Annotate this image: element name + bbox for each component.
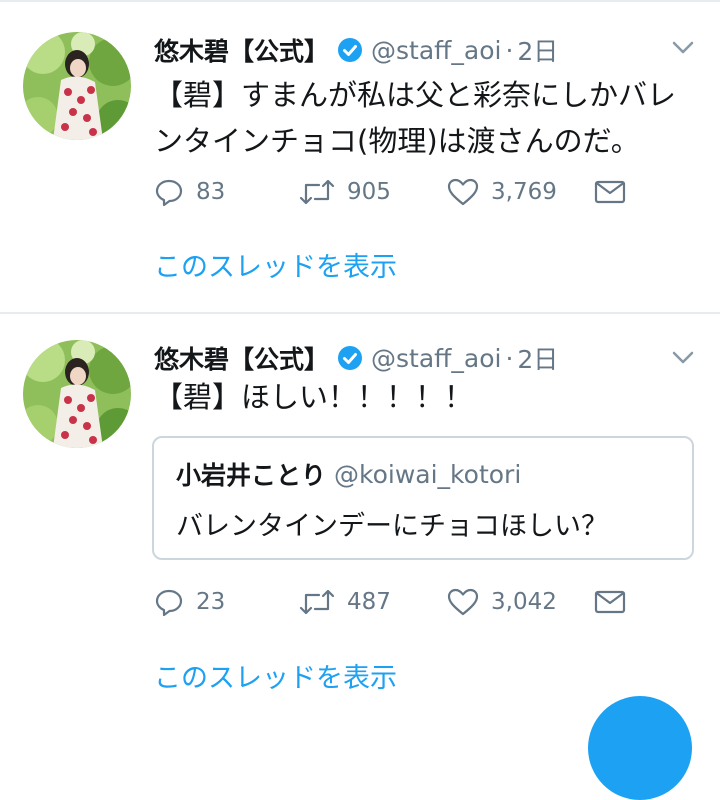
avatar[interactable] bbox=[23, 32, 131, 140]
tweet[interactable]: 悠木碧【公式】 @staff_aoi · 2日 【碧】すまんが私は父と彩奈にしか… bbox=[0, 0, 720, 312]
verified-badge-icon bbox=[337, 37, 363, 63]
quoted-tweet[interactable]: 小岩井ことり @koiwai_kotori バレンタインデーにチョコほしい？ bbox=[152, 436, 694, 560]
action-bar: 23 487 3,042 bbox=[154, 582, 634, 622]
handle[interactable]: @staff_aoi bbox=[371, 36, 501, 65]
like-count: 3,042 bbox=[491, 589, 557, 615]
compose-icon[interactable] bbox=[588, 696, 692, 800]
like-button[interactable]: 3,042 bbox=[447, 582, 557, 622]
retweet-button[interactable]: 487 bbox=[299, 582, 391, 622]
tweet-text: 【碧】すまんが私は父と彩奈にしかバレ ンタインチョコ(物理)は渡さんのだ。 bbox=[154, 72, 694, 164]
quoted-tweet-text: バレンタインデーにチョコほしい？ bbox=[176, 511, 608, 542]
tweet-text-line: 【碧】すまんが私は父と彩奈にしかバレ bbox=[154, 78, 677, 112]
direct-message-button[interactable] bbox=[594, 582, 626, 622]
retweet-count: 487 bbox=[347, 589, 391, 615]
show-thread-link[interactable]: このスレッドを表示 bbox=[154, 656, 397, 695]
tweet-text: 【碧】ほしい！！！！！ bbox=[154, 374, 694, 420]
chevron-down-icon[interactable] bbox=[672, 350, 694, 364]
chevron-down-icon[interactable] bbox=[672, 40, 694, 54]
avatar[interactable] bbox=[23, 340, 131, 448]
direct-message-icon bbox=[594, 179, 626, 205]
quoted-tweet-header: 小岩井ことり @koiwai_kotori bbox=[176, 456, 521, 492]
direct-message-button[interactable] bbox=[594, 172, 626, 212]
tweet-header: 悠木碧【公式】 @staff_aoi · 2日 bbox=[154, 30, 558, 70]
timestamp[interactable]: 2日 bbox=[517, 340, 558, 376]
tweet-header: 悠木碧【公式】 @staff_aoi · 2日 bbox=[154, 338, 558, 378]
display-name[interactable]: 悠木碧【公式】 bbox=[154, 32, 329, 68]
like-count: 3,769 bbox=[491, 179, 557, 205]
tweet[interactable]: 悠木碧【公式】 @staff_aoi · 2日 【碧】ほしい！！！！！ 小岩井こ… bbox=[0, 314, 720, 725]
action-bar: 83 905 3,769 bbox=[154, 172, 634, 212]
separator: · bbox=[505, 343, 514, 373]
reply-button[interactable]: 23 bbox=[154, 582, 225, 622]
quoted-handle: @koiwai_kotori bbox=[334, 459, 522, 489]
like-icon bbox=[447, 587, 479, 617]
timestamp[interactable]: 2日 bbox=[517, 32, 558, 68]
reply-button[interactable]: 83 bbox=[154, 172, 225, 212]
reply-icon bbox=[154, 587, 184, 617]
retweet-icon bbox=[299, 587, 335, 617]
tweet-text-line: 【碧】ほしい！！！！！ bbox=[154, 380, 474, 414]
verified-badge-icon bbox=[337, 345, 363, 371]
retweet-icon bbox=[299, 177, 335, 207]
reply-count: 23 bbox=[196, 589, 226, 615]
tweet-text-line: ンタインチョコ(物理)は渡さんのだ。 bbox=[154, 124, 640, 158]
display-name[interactable]: 悠木碧【公式】 bbox=[154, 340, 329, 376]
separator: · bbox=[505, 35, 514, 65]
show-thread-link[interactable]: このスレッドを表示 bbox=[154, 245, 397, 284]
quoted-display-name: 小岩井ことり bbox=[176, 461, 327, 490]
like-icon bbox=[447, 177, 479, 207]
reply-count: 83 bbox=[196, 179, 226, 205]
like-button[interactable]: 3,769 bbox=[447, 172, 557, 212]
direct-message-icon bbox=[594, 589, 626, 615]
reply-icon bbox=[154, 177, 184, 207]
retweet-button[interactable]: 905 bbox=[299, 172, 391, 212]
retweet-count: 905 bbox=[347, 179, 391, 205]
handle[interactable]: @staff_aoi bbox=[371, 344, 501, 373]
